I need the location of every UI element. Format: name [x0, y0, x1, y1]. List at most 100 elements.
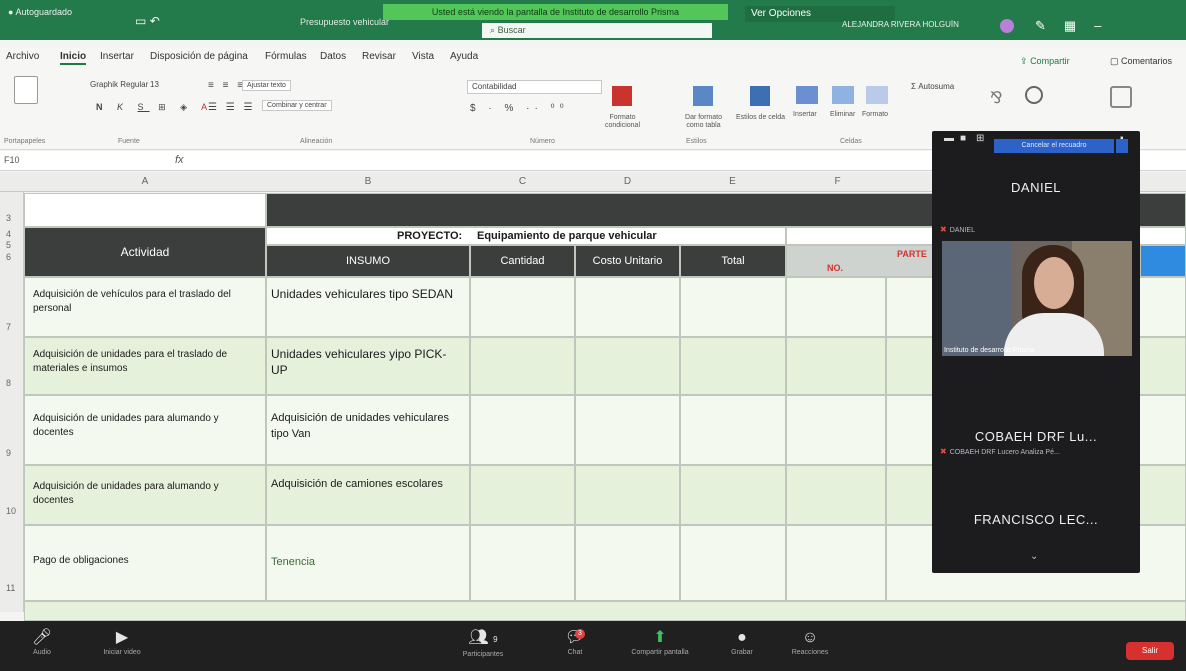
header-actividad[interactable]: Actividad: [24, 227, 266, 277]
chevron-down-icon[interactable]: ⌄: [1030, 551, 1038, 562]
row-header-10[interactable]: 10: [0, 506, 22, 516]
cell-insumo-1[interactable]: Unidades vehiculares tipo SEDAN: [266, 277, 470, 337]
header-insumo[interactable]: INSUMO: [266, 245, 470, 277]
row-header-8[interactable]: 8: [0, 378, 22, 388]
conditional-format-icon[interactable]: [612, 86, 632, 106]
border-icon[interactable]: ⊞: [158, 102, 172, 112]
ideas-icon[interactable]: [1110, 86, 1132, 108]
grid-view-icon[interactable]: ⊞: [976, 133, 984, 144]
cell-no-5[interactable]: [786, 525, 886, 601]
format-table-button[interactable]: Dar formato como tabla: [676, 114, 731, 130]
paste-icon[interactable]: [14, 76, 38, 104]
row-header-7[interactable]: 7: [0, 322, 22, 332]
tab-ayuda[interactable]: Ayuda: [450, 51, 478, 62]
format-cells-button[interactable]: Formato: [862, 111, 888, 118]
column-header-d[interactable]: D: [575, 176, 680, 187]
participant-name-3[interactable]: COBAEH DRF Lu...: [932, 429, 1140, 444]
cell-costo-5[interactable]: [575, 525, 680, 601]
format-cells-icon[interactable]: [866, 86, 888, 104]
tab-revisar[interactable]: Revisar: [362, 51, 396, 62]
column-header-c[interactable]: C: [470, 176, 575, 187]
chat-button[interactable]: 💬︎ 3 Chat: [555, 627, 595, 656]
cell-insumo-2[interactable]: Unidades vehiculares yipo PICK-UP: [266, 337, 470, 395]
cell-styles-button[interactable]: Estilos de celda: [733, 114, 788, 122]
cell-actividad-4[interactable]: Adquisición de unidades para alumando y …: [24, 465, 266, 525]
cell-actividad-3[interactable]: Adquisición de unidades para alumando y …: [24, 395, 266, 465]
row-header-5[interactable]: 5: [0, 240, 22, 250]
tab-insertar[interactable]: Insertar: [100, 51, 134, 62]
number-format-select[interactable]: Contabilidad: [467, 80, 602, 94]
record-button[interactable]: ● Grabar: [722, 627, 762, 656]
tab-vista[interactable]: Vista: [412, 51, 434, 62]
header-partes[interactable]: PARTE NO.: [786, 245, 936, 277]
cell-cantidad-1[interactable]: [470, 277, 575, 337]
header-cantidad[interactable]: Cantidad: [470, 245, 575, 277]
pen-icon[interactable]: ✎: [1035, 18, 1064, 33]
undo-icon[interactable]: ↶: [150, 14, 160, 28]
tab-archivo[interactable]: Archivo: [6, 51, 39, 62]
cell-costo-3[interactable]: [575, 395, 680, 465]
document-name[interactable]: Presupuesto vehicular: [300, 17, 389, 27]
column-header-e[interactable]: E: [680, 176, 785, 187]
font-size-select[interactable]: 13: [150, 80, 159, 89]
fill-color-icon[interactable]: ◈: [180, 102, 193, 112]
window-controls[interactable]: ✎▦–: [1035, 18, 1119, 34]
share-screen-button[interactable]: ⬆ Compartir pantalla: [610, 627, 710, 656]
tab-formulas[interactable]: Fórmulas: [265, 51, 307, 62]
cell-styles-icon[interactable]: [750, 86, 770, 106]
cell-no-4[interactable]: [786, 465, 886, 525]
tab-disposicion[interactable]: Disposición de página: [150, 51, 248, 62]
audio-button[interactable]: 🎤︎ Audio: [22, 627, 62, 656]
leave-meeting-button[interactable]: Salir: [1126, 642, 1174, 660]
row-header-9[interactable]: 9: [0, 448, 22, 458]
participants-button[interactable]: 👥︎ 9 Participantes: [448, 627, 518, 658]
minimize-panel-icon[interactable]: ▬: [944, 133, 954, 144]
font-name-select[interactable]: Graphik Regular: [90, 80, 148, 89]
row-header-6[interactable]: 6: [0, 252, 22, 262]
cell-insumo-4[interactable]: Adquisición de camiones escolares: [266, 465, 470, 525]
wrap-text-button[interactable]: Ajustar texto: [242, 80, 291, 91]
minimize-icon[interactable]: –: [1094, 18, 1119, 33]
cell-total-4[interactable]: [680, 465, 786, 525]
cell-a3[interactable]: [24, 193, 266, 227]
cell-total-2[interactable]: [680, 337, 786, 395]
bold-icon[interactable]: N: [96, 102, 109, 112]
participant-name-4[interactable]: FRANCISCO LEC...: [932, 512, 1140, 527]
underline-icon[interactable]: S: [138, 102, 150, 112]
participant-video-2[interactable]: Instituto de desarrollo Prisma: [942, 241, 1132, 356]
row-header-4[interactable]: 4: [0, 229, 22, 239]
autosave-toggle[interactable]: ● Autoguardado: [8, 6, 128, 18]
project-row[interactable]: PROYECTO: Equipamiento de parque vehicul…: [266, 227, 786, 245]
cell-actividad-2[interactable]: Adquisición de unidades para el traslado…: [24, 337, 266, 395]
reactions-button[interactable]: ☺ Reacciones: [780, 627, 840, 656]
number-format-buttons[interactable]: $ · % ·· ⁰⁰: [470, 103, 569, 114]
name-box[interactable]: F10: [4, 155, 74, 165]
participant-name-1[interactable]: DANIEL: [932, 180, 1140, 195]
row-12-partial[interactable]: [24, 601, 1186, 621]
restore-panel-icon[interactable]: ■: [960, 133, 966, 144]
merge-center-button[interactable]: Combinar y centrar: [262, 100, 332, 111]
header-total[interactable]: Total: [680, 245, 786, 277]
column-header-a[interactable]: A: [24, 176, 266, 187]
cell-total-5[interactable]: [680, 525, 786, 601]
italic-icon[interactable]: K: [117, 102, 129, 112]
header-costo-unitario[interactable]: Costo Unitario: [575, 245, 680, 277]
cell-total-3[interactable]: [680, 395, 786, 465]
layout-icon[interactable]: ▦: [1064, 18, 1094, 33]
cell-cantidad-2[interactable]: [470, 337, 575, 395]
cell-total-1[interactable]: [680, 277, 786, 337]
autosum-button[interactable]: Σ Autosuma: [911, 82, 954, 91]
conditional-format-button[interactable]: Formato condicional: [595, 114, 650, 130]
user-name[interactable]: ALEJANDRA RIVERA HOLGUÍN: [842, 20, 959, 29]
delete-cells-icon[interactable]: [832, 86, 854, 104]
cell-insumo-5[interactable]: Tenencia: [266, 525, 470, 601]
cell-no-2[interactable]: [786, 337, 886, 395]
insert-cells-button[interactable]: Insertar: [793, 111, 817, 118]
insert-cells-icon[interactable]: [796, 86, 818, 104]
fx-icon[interactable]: fx: [175, 154, 184, 166]
user-avatar[interactable]: [1000, 19, 1014, 33]
row-header-11[interactable]: 11: [0, 583, 22, 593]
save-icon[interactable]: ▭: [135, 14, 146, 28]
sort-filter-icon[interactable]: ⅋: [990, 88, 1002, 108]
blue-header-cell[interactable]: [1140, 245, 1186, 277]
